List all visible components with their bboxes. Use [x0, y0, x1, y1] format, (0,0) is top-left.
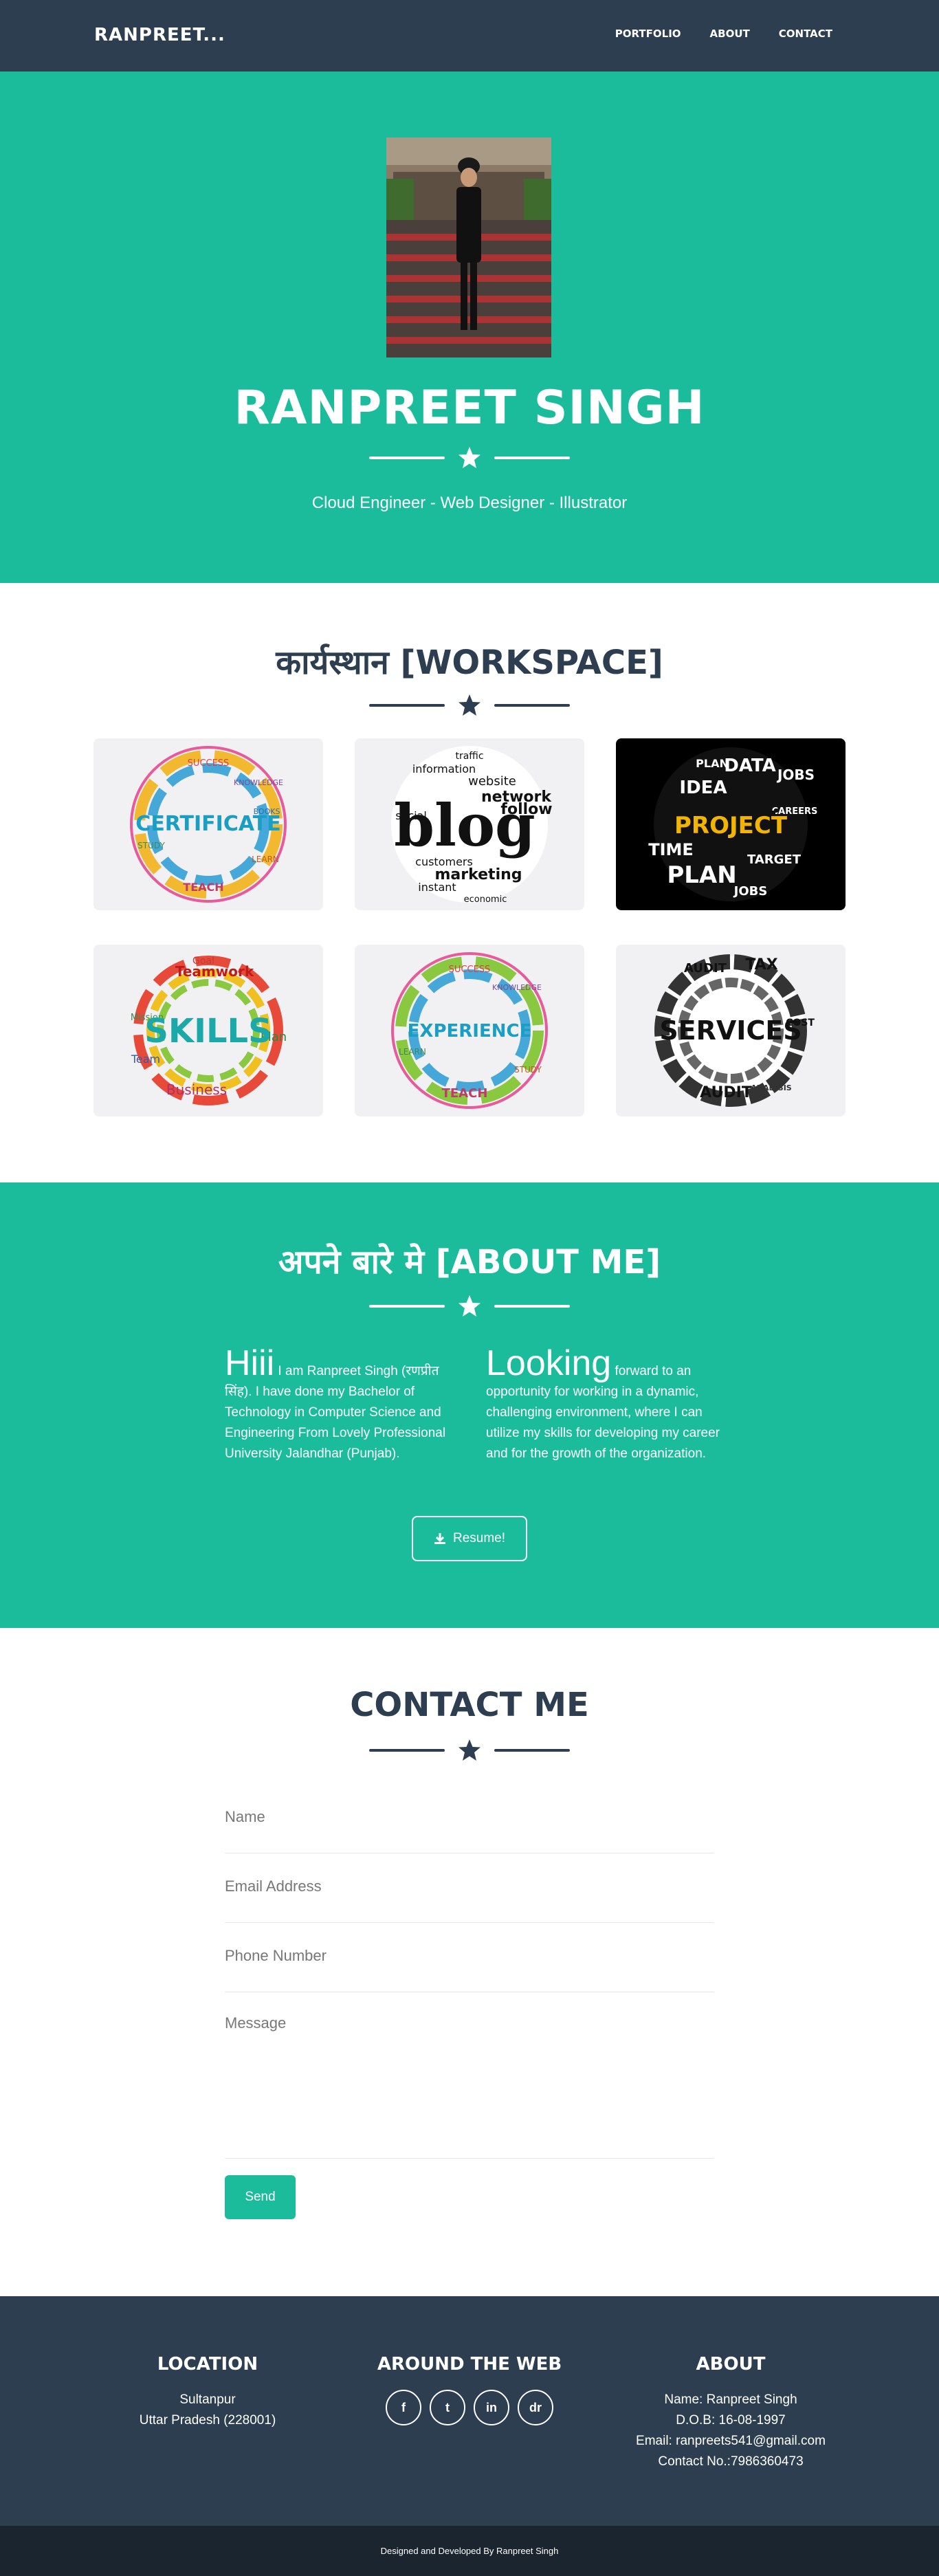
profile-photo	[386, 137, 551, 357]
nav-link-about[interactable]: ABOUT	[710, 27, 750, 40]
portfolio-item-services[interactable]: AUDIT TAX COST AUDIT ANALYSIS SERVICES	[616, 945, 846, 1116]
svg-text:instant: instant	[418, 881, 456, 894]
nav-link-contact[interactable]: CONTACT	[779, 27, 832, 40]
svg-text:SUCCESS: SUCCESS	[449, 965, 491, 975]
footer-about-title: ABOUT	[696, 2354, 766, 2375]
footer-web-title: AROUND THE WEB	[377, 2354, 562, 2375]
svg-text:PLAN: PLAN	[667, 861, 736, 889]
about-left-lead: Hiii	[225, 1343, 275, 1383]
phone-input[interactable]	[225, 1947, 714, 1965]
portfolio-title: कार्यस्थान [WORKSPACE]	[276, 643, 663, 682]
svg-text:Business: Business	[166, 1081, 227, 1098]
nav-link-portfolio[interactable]: PORTFOLIO	[615, 27, 681, 40]
star-icon	[459, 447, 480, 468]
svg-text:Teamwork: Teamwork	[175, 963, 254, 980]
resume-label: Resume!	[452, 1531, 506, 1545]
svg-text:blog: blog	[394, 791, 535, 859]
svg-text:economic: economic	[464, 894, 507, 905]
footer-location-line1: Sultanpur	[179, 2392, 236, 2407]
name-input[interactable]	[225, 1808, 714, 1826]
star-icon	[459, 1295, 480, 1317]
svg-text:ANALYSIS: ANALYSIS	[751, 1083, 792, 1092]
portfolio-item-certificate[interactable]: SUCCESS KNOWLEDGE STUDY LEARN TEACH BOOK…	[93, 738, 323, 910]
portfolio-item-project[interactable]: PLAN DATA JOBS IDEA TIME TARGET CAREERS …	[616, 738, 846, 910]
linkedin-icon[interactable]: in	[474, 2390, 509, 2425]
svg-text:STUDY: STUDY	[137, 841, 165, 850]
about-left-text: Hiii I am Ranpreet Singh (रणप्रीत सिंह).…	[225, 1345, 462, 1464]
footer-location-title: LOCATION	[157, 2354, 258, 2375]
dribbble-icon[interactable]: dr	[518, 2390, 553, 2425]
svg-text:PROJECT: PROJECT	[674, 812, 788, 839]
nav-links: PORTFOLIO ABOUT CONTACT	[615, 27, 832, 40]
svg-text:EXPERIENCE: EXPERIENCE	[408, 1021, 532, 1042]
download-icon	[434, 1533, 445, 1544]
social-links: f t in dr	[366, 2390, 573, 2425]
svg-text:TIME: TIME	[648, 840, 694, 859]
svg-text:information: information	[412, 762, 476, 775]
svg-text:STUDY: STUDY	[514, 1065, 542, 1075]
star-icon	[459, 694, 480, 716]
svg-text:AUDIT: AUDIT	[684, 961, 727, 976]
svg-text:LEARN: LEARN	[252, 855, 279, 864]
svg-text:Team: Team	[131, 1053, 160, 1066]
star-icon	[459, 1739, 480, 1761]
message-input[interactable]	[225, 2014, 714, 2152]
resume-button[interactable]: Resume!	[412, 1516, 527, 1561]
hero-star-divider	[369, 445, 570, 470]
svg-text:JOBS: JOBS	[733, 884, 768, 899]
svg-text:JOBS: JOBS	[776, 767, 815, 783]
portfolio-item-blog[interactable]: traffic information website network foll…	[355, 738, 584, 910]
about-title: अपने बारे मे [ABOUT ME]	[278, 1243, 661, 1281]
svg-text:TAX: TAX	[745, 956, 777, 973]
svg-text:DATA: DATA	[724, 756, 776, 776]
footer: LOCATION Sultanpur Uttar Pradesh (228001…	[0, 2296, 939, 2526]
svg-text:SUCCESS: SUCCESS	[188, 758, 230, 769]
portfolio-item-skills[interactable]: Goal Teamwork Mission Plan Business Team…	[93, 945, 323, 1116]
svg-text:SERVICES: SERVICES	[659, 1015, 802, 1046]
svg-text:LEARN: LEARN	[399, 1047, 426, 1057]
navbar: RANPREET... PORTFOLIO ABOUT CONTACT	[0, 0, 939, 71]
footer-around-web: AROUND THE WEB f t in dr	[366, 2354, 573, 2425]
footer-about-dob: D.O.B: 16-08-1997	[676, 2413, 786, 2428]
svg-text:KNOWLEDGE: KNOWLEDGE	[492, 983, 542, 992]
contact-star-divider	[369, 1738, 570, 1763]
svg-text:AUDIT: AUDIT	[700, 1084, 752, 1101]
footer-location: LOCATION Sultanpur Uttar Pradesh (228001…	[104, 2354, 311, 2431]
svg-text:SKILLS: SKILLS	[144, 1012, 272, 1050]
name-field	[225, 1808, 714, 1853]
hero-tagline: Cloud Engineer - Web Designer - Illustra…	[311, 494, 628, 512]
svg-text:TARGET: TARGET	[747, 852, 802, 867]
svg-text:CERTIFICATE: CERTIFICATE	[135, 812, 280, 836]
svg-text:website: website	[468, 774, 516, 789]
footer-about: ABOUT Name: Ranpreet Singh D.O.B: 16-08-…	[628, 2354, 834, 2472]
contact-title: CONTACT ME	[350, 1686, 589, 1724]
hero-name: RANPREET SINGH	[234, 381, 705, 435]
svg-text:traffic: traffic	[455, 751, 483, 762]
svg-text:KNOWLEDGE: KNOWLEDGE	[234, 778, 283, 787]
portfolio-star-divider	[369, 693, 570, 718]
phone-field	[225, 1947, 714, 1992]
svg-text:IDEA: IDEA	[679, 778, 727, 798]
brand-logo[interactable]: RANPREET...	[94, 25, 225, 45]
masthead: RANPREET SINGH Cloud Engineer - Web Desi…	[0, 71, 939, 583]
footer-about-email[interactable]: Email: ranpreets541@gmail.com	[628, 2431, 834, 2452]
copyright-bar: Designed and Developed By Ranpreet Singh	[0, 2526, 939, 2576]
about-right-text: Looking forward to an opportunity for wo…	[486, 1345, 723, 1464]
footer-about-phone: Contact No.:7986360473	[658, 2454, 804, 2469]
portfolio-item-experience[interactable]: SUCCESS KNOWLEDGE STUDY LEARN TEACH EXPE…	[355, 945, 584, 1116]
footer-location-line2: Uttar Pradesh (228001)	[139, 2413, 276, 2428]
svg-text:TEACH: TEACH	[442, 1086, 488, 1101]
about-right-lead: Looking	[486, 1343, 612, 1383]
facebook-icon[interactable]: f	[386, 2390, 421, 2425]
email-input[interactable]	[225, 1878, 714, 1895]
message-field	[225, 2014, 714, 2159]
about-star-divider	[369, 1294, 570, 1319]
send-button[interactable]: Send	[225, 2175, 296, 2219]
email-field	[225, 1878, 714, 1923]
twitter-icon[interactable]: t	[430, 2390, 465, 2425]
footer-about-name: Name: Ranpreet Singh	[664, 2392, 797, 2407]
svg-text:TEACH: TEACH	[183, 881, 223, 894]
